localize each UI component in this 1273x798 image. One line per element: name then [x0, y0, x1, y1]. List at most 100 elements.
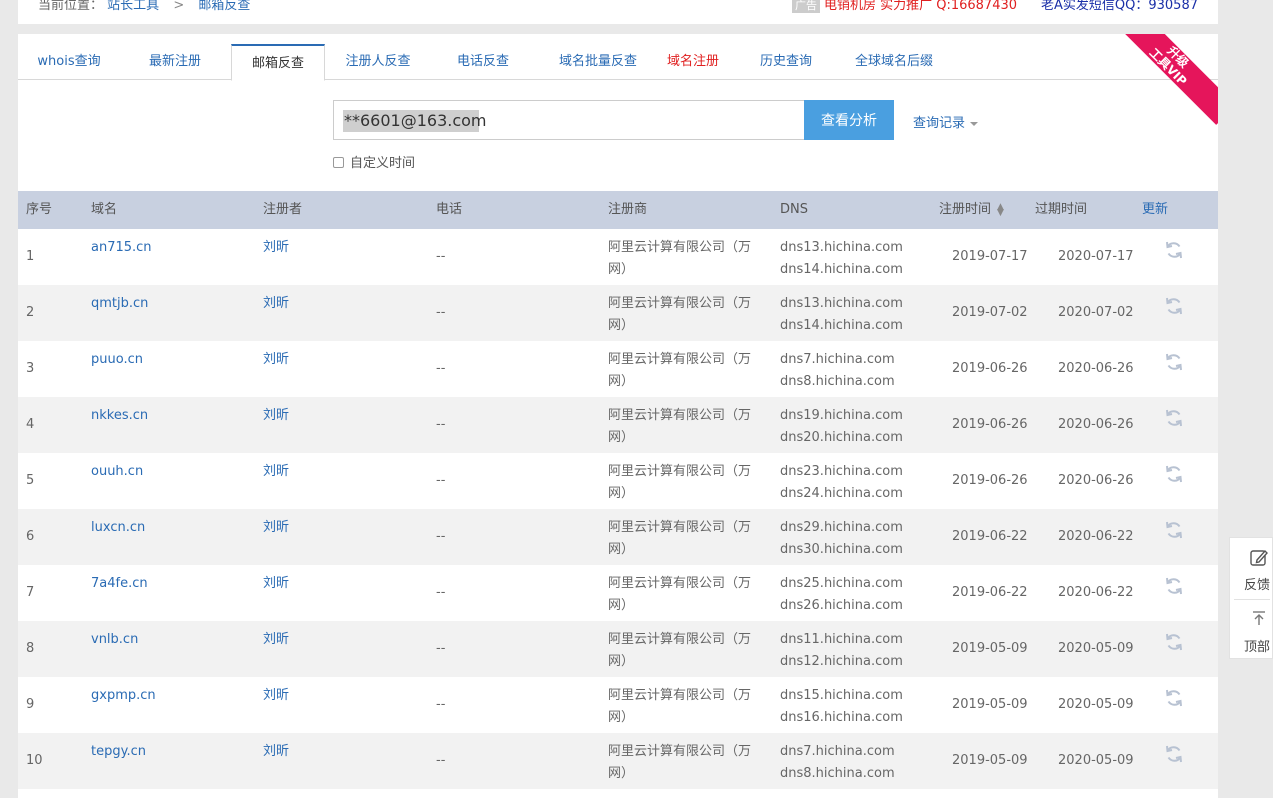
custom-time-option[interactable]: 自定义时间: [333, 152, 415, 171]
tab-history[interactable]: 历史查询: [748, 44, 824, 80]
dns-1: dns23.hichina.com: [780, 464, 903, 479]
ad-link-2[interactable]: 老A实发短信QQ：930587: [1041, 0, 1198, 13]
row-index: 6: [26, 529, 35, 544]
domain-link[interactable]: ouuh.cn: [91, 461, 143, 483]
registrar-line-2: 网）: [608, 766, 635, 781]
reg-date: 2019-06-26: [952, 473, 1028, 488]
header-update[interactable]: 更新: [1142, 191, 1168, 229]
registrant-link[interactable]: 刘昕: [263, 517, 289, 539]
domain-link[interactable]: vnlb.cn: [91, 629, 138, 651]
domain-link[interactable]: luxcn.cn: [91, 517, 145, 539]
refresh-icon[interactable]: [1164, 240, 1184, 260]
registrant-link[interactable]: 刘昕: [263, 685, 289, 707]
ad-link-1[interactable]: 电销机房 实力推广 Q:16687430: [824, 0, 1017, 13]
header-exp-time: 过期时间: [1035, 202, 1088, 217]
search-input[interactable]: [334, 101, 804, 139]
query-history-dropdown[interactable]: 查询记录: [913, 112, 979, 131]
table-row: 9 gxpmp.cn 刘昕 -- 阿里云计算有限公司（万 网） dns15.hichina.…: [18, 677, 1218, 733]
refresh-icon[interactable]: [1164, 744, 1184, 764]
refresh-icon[interactable]: [1164, 352, 1184, 372]
tab-phone-reverse[interactable]: 电话反查: [438, 44, 528, 80]
registrant-link[interactable]: 刘昕: [263, 461, 289, 483]
tab-whois[interactable]: whois查询: [18, 44, 120, 80]
domain-link[interactable]: gxpmp.cn: [91, 685, 156, 707]
refresh-icon[interactable]: [1164, 464, 1184, 484]
tab-batch-reverse[interactable]: 域名批量反查: [538, 44, 658, 80]
tab-global-suffix[interactable]: 全球域名后缀: [844, 44, 944, 80]
row-index: 3: [26, 361, 35, 376]
refresh-icon[interactable]: [1164, 688, 1184, 708]
tab-bar: whois查询 最新注册 邮箱反查 注册人反查 电话反查 域名批量反查 域名注册…: [18, 34, 1218, 81]
domain-link[interactable]: tepgy.cn: [91, 741, 146, 763]
breadcrumb-home-link[interactable]: 站长工具: [107, 0, 159, 13]
registrant-link[interactable]: 刘昕: [263, 741, 289, 763]
header-reg-time-sort[interactable]: 注册时间 ▲ ▼: [939, 191, 1004, 229]
exp-date: 2020-06-26: [1058, 417, 1134, 432]
registrant-link[interactable]: 刘昕: [263, 293, 289, 315]
tab-domain-register[interactable]: 域名注册: [658, 44, 728, 80]
search-button[interactable]: 查看分析: [804, 100, 894, 140]
registrar-line-2: 网）: [608, 262, 635, 277]
header-registrar: 注册商: [608, 202, 648, 217]
dns-1: dns29.hichina.com: [780, 520, 903, 535]
refresh-icon[interactable]: [1164, 576, 1184, 596]
registrar-line-1: 阿里云计算有限公司（万: [608, 744, 752, 759]
refresh-icon[interactable]: [1164, 408, 1184, 428]
registrant-link[interactable]: 刘昕: [263, 237, 289, 259]
row-index: 4: [26, 417, 35, 432]
registrant-link[interactable]: 刘昕: [263, 629, 289, 651]
sort-icon: ▲ ▼: [997, 201, 1004, 218]
refresh-icon[interactable]: [1164, 632, 1184, 652]
breadcrumb-current[interactable]: 邮箱反查: [198, 0, 250, 13]
domain-link[interactable]: nkkes.cn: [91, 405, 148, 427]
dns-2: dns12.hichina.com: [780, 654, 903, 669]
back-to-top-button[interactable]: 顶部: [1230, 600, 1273, 660]
checkbox-icon[interactable]: [333, 157, 344, 168]
feedback-button[interactable]: 反馈: [1230, 538, 1273, 598]
refresh-icon[interactable]: [1164, 520, 1184, 540]
reg-date: 2019-06-26: [952, 417, 1028, 432]
dns-1: dns15.hichina.com: [780, 688, 903, 703]
back-to-top-label: 顶部: [1244, 640, 1271, 655]
registrar-line-2: 网）: [608, 430, 635, 445]
domain-link[interactable]: an715.cn: [91, 237, 152, 259]
phone-value: --: [436, 249, 446, 264]
table-row: 4 nkkes.cn 刘昕 -- 阿里云计算有限公司（万 网） dns19.hichina.…: [18, 397, 1218, 453]
domain-link[interactable]: 7a4fe.cn: [91, 573, 148, 595]
header-registrant: 注册者: [263, 202, 303, 217]
table-row: 8 vnlb.cn 刘昕 -- 阿里云计算有限公司（万 网） dns11.hichina.c…: [18, 621, 1218, 677]
registrar-line-1: 阿里云计算有限公司（万: [608, 464, 752, 479]
registrar-line-1: 阿里云计算有限公司（万: [608, 296, 752, 311]
reg-date: 2019-06-22: [952, 585, 1028, 600]
table-row: 1 an715.cn 刘昕 -- 阿里云计算有限公司（万 网） dns13.hichina.…: [18, 229, 1218, 285]
ad-banner[interactable]: 广告 电销机房 实力推广 Q:16687430 老A实发短信QQ：930587: [791, 0, 1198, 13]
registrar-line-2: 网）: [608, 654, 635, 669]
dns-1: dns19.hichina.com: [780, 408, 903, 423]
dns-2: dns20.hichina.com: [780, 430, 903, 445]
table-row: 10 tepgy.cn 刘昕 -- 阿里云计算有限公司（万 网） dns7.hichina.…: [18, 733, 1218, 789]
header-dns: DNS: [780, 202, 808, 217]
dns-1: dns7.hichina.com: [780, 744, 895, 759]
domain-link[interactable]: puuo.cn: [91, 349, 143, 371]
dns-2: dns26.hichina.com: [780, 598, 903, 613]
table-row: 3 puuo.cn 刘昕 -- 阿里云计算有限公司（万 网） dns7.hichina.co…: [18, 341, 1218, 397]
domain-link[interactable]: qmtjb.cn: [91, 293, 148, 315]
tab-latest-register[interactable]: 最新注册: [120, 44, 230, 80]
dns-1: dns11.hichina.com: [780, 632, 903, 647]
registrar-line-1: 阿里云计算有限公司（万: [608, 240, 752, 255]
registrant-link[interactable]: 刘昕: [263, 573, 289, 595]
registrant-link[interactable]: 刘昕: [263, 349, 289, 371]
exp-date: 2020-07-17: [1058, 249, 1134, 264]
tab-email-reverse[interactable]: 邮箱反查: [231, 44, 325, 81]
custom-time-label: 自定义时间: [350, 156, 416, 171]
table-row: 7 7a4fe.cn 刘昕 -- 阿里云计算有限公司（万 网） dns25.hichina.…: [18, 565, 1218, 621]
dns-1: dns7.hichina.com: [780, 352, 895, 367]
exp-date: 2020-05-09: [1058, 641, 1134, 656]
feedback-label: 反馈: [1244, 578, 1271, 593]
table-row: 6 luxcn.cn 刘昕 -- 阿里云计算有限公司（万 网） dns29.hichina.…: [18, 509, 1218, 565]
exp-date: 2020-06-26: [1058, 473, 1134, 488]
tab-registrant-reverse[interactable]: 注册人反查: [328, 44, 428, 80]
registrant-link[interactable]: 刘昕: [263, 405, 289, 427]
refresh-icon[interactable]: [1164, 296, 1184, 316]
registrar-line-1: 阿里云计算有限公司（万: [608, 352, 752, 367]
